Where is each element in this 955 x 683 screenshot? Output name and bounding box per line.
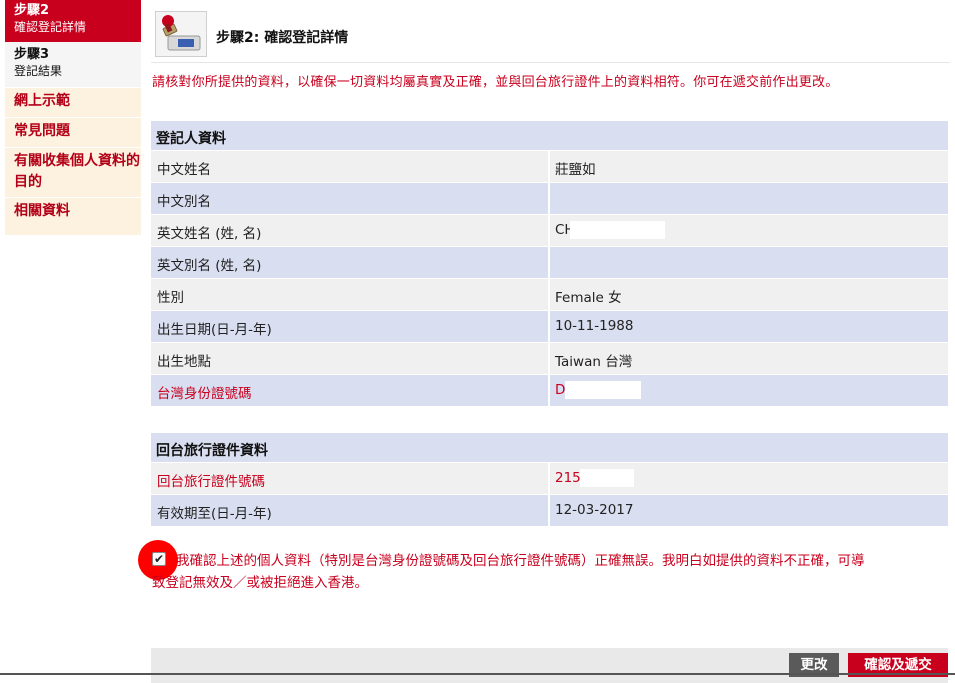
row-label: 出生地點 xyxy=(151,343,548,374)
table-row: 回台旅行證件號碼 215 xyxy=(151,463,948,494)
row-label: 中文別名 xyxy=(151,183,548,214)
row-label: 台灣身份證號碼 xyxy=(151,375,548,406)
row-label: 英文別名 (姓, 名) xyxy=(151,247,548,278)
row-label: 有效期至(日-月-年) xyxy=(151,495,548,526)
redaction-mask xyxy=(565,381,641,399)
row-value: 莊鹽如 xyxy=(550,151,948,182)
row-value: Female 女 xyxy=(550,279,948,310)
row-value: 12-03-2017 xyxy=(550,495,948,526)
sidebar: 步驟2 確認登記詳情 步驟3 登記結果 網上示範 常見問題 有關收集個人資料的目… xyxy=(0,0,141,683)
step-2-indicator: 步驟2 確認登記詳情 xyxy=(5,0,141,42)
row-value-text: D xyxy=(555,382,566,398)
declaration-checkbox[interactable]: ✔ xyxy=(152,552,166,566)
row-value-text: 215 xyxy=(555,470,581,486)
table-row: 英文姓名 (姓, 名) CH xyxy=(151,215,948,246)
row-label: 出生日期(日-月-年) xyxy=(151,311,548,342)
step-3-indicator: 步驟3 登記結果 xyxy=(5,42,141,87)
table-row: 出生日期(日-月-年) 10-11-1988 xyxy=(151,311,948,342)
table-row: 英文別名 (姓, 名) xyxy=(151,247,948,278)
table-row: 有效期至(日-月-年) 12-03-2017 xyxy=(151,495,948,526)
table-row: 中文別名 xyxy=(151,183,948,214)
sidebar-link-faq[interactable]: 常見問題 xyxy=(5,118,141,147)
row-value xyxy=(550,247,948,278)
row-value: Taiwan 台灣 xyxy=(550,343,948,374)
row-value: 10-11-1988 xyxy=(550,311,948,342)
row-value xyxy=(550,183,948,214)
sidebar-link-data-purpose[interactable]: 有關收集個人資料的目的 xyxy=(5,148,141,197)
bottom-divider xyxy=(0,673,955,675)
row-label: 中文姓名 xyxy=(151,151,548,182)
declaration-text-line2: 致登記無效及／或被拒絕進入香港。 xyxy=(152,575,368,591)
page-title: 步驟2: 確認登記詳情 xyxy=(216,30,349,46)
redaction-mask xyxy=(570,221,665,239)
declaration-text-line1: 我確認上述的個人資料（特別是台灣身份證號碼及回台旅行證件號碼）正確無誤。我明白如… xyxy=(176,553,865,569)
row-value: D xyxy=(550,375,948,406)
step-3-title: 步驟3 xyxy=(14,47,50,62)
travel-doc-section-header: 回台旅行證件資料 xyxy=(151,433,948,462)
step-2-title: 步驟2 xyxy=(14,3,50,18)
row-label: 英文姓名 (姓, 名) xyxy=(151,215,548,246)
table-row: 出生地點 Taiwan 台灣 xyxy=(151,343,948,374)
registrant-section-header: 登記人資料 xyxy=(151,121,948,150)
sidebar-link-related-info[interactable]: 相關資料 xyxy=(5,198,141,235)
sidebar-link-online-demo[interactable]: 網上示範 xyxy=(5,88,141,117)
row-label: 性別 xyxy=(151,279,548,310)
row-label: 回台旅行證件號碼 xyxy=(151,463,548,494)
intro-instructions: 請核對你所提供的資料，以確保一切資料均屬真實及正確，並與回台旅行證件上的資料相符… xyxy=(152,75,839,90)
redaction-mask xyxy=(580,469,634,487)
table-row: 性別 Female 女 xyxy=(151,279,948,310)
registration-stamp-icon xyxy=(155,11,207,57)
table-row: 中文姓名 莊鹽如 xyxy=(151,151,948,182)
divider xyxy=(151,62,950,63)
row-value: CH xyxy=(550,215,948,246)
table-row: 台灣身份證號碼 D xyxy=(151,375,948,406)
row-value: 215 xyxy=(550,463,948,494)
step-2-subtitle: 確認登記詳情 xyxy=(14,20,87,34)
step-3-subtitle: 登記結果 xyxy=(14,64,63,78)
